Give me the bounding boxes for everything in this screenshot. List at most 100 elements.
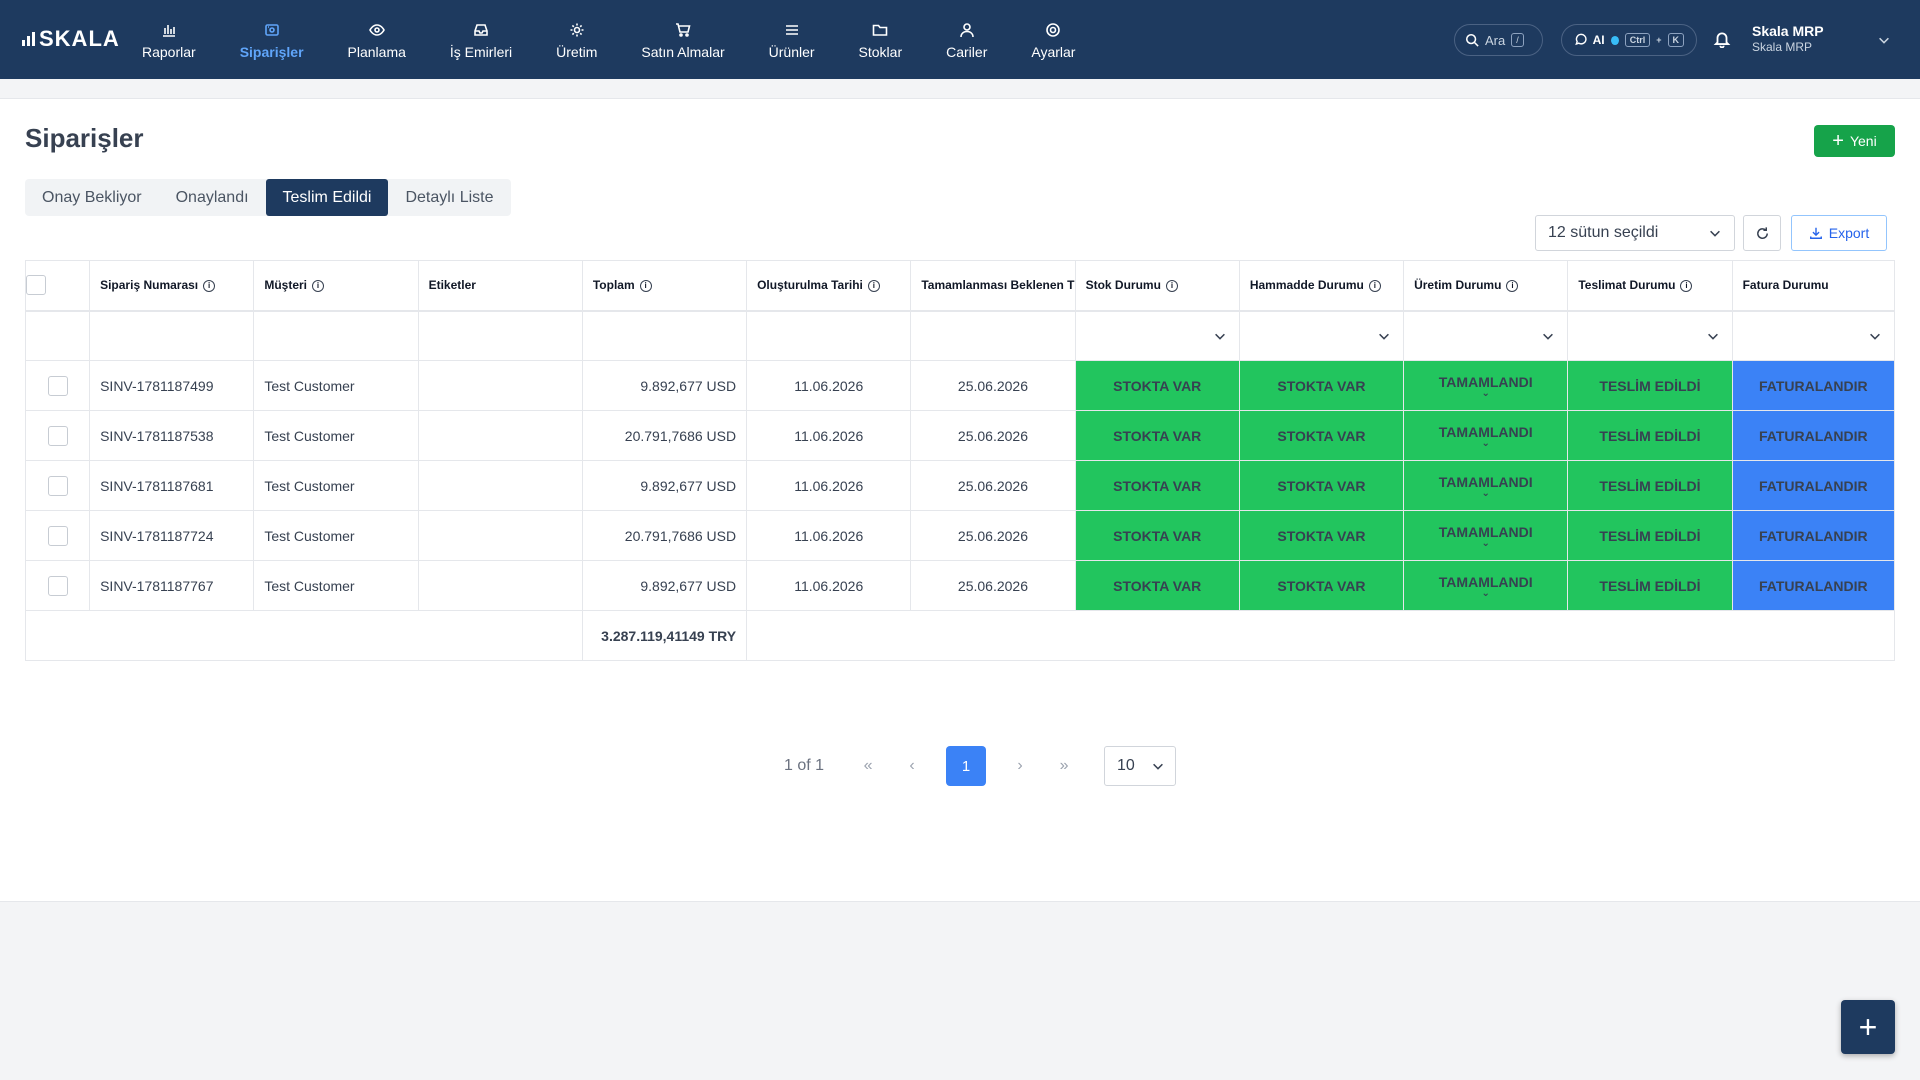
col-delivery-status[interactable]: Teslimat Durumu i [1567, 260, 1733, 312]
table-row[interactable]: SINV-1781187724 Test Customer 20.791,768… [24, 510, 1896, 561]
table-row[interactable]: SINV-1781187499 Test Customer 9.892,677 … [24, 360, 1896, 411]
delivery-status-badge[interactable]: TESLİM EDİLDİ [1567, 510, 1733, 561]
filter-total-input[interactable] [581, 310, 748, 361]
col-production-status[interactable]: Üretim Durumu i [1403, 260, 1569, 312]
table-row[interactable]: SINV-1781187681 Test Customer 9.892,677 … [24, 460, 1896, 511]
info-icon[interactable]: i [639, 280, 652, 293]
user-menu[interactable]: Skala MRP Skala MRP [1752, 23, 1824, 55]
last-page-icon[interactable]: » [1042, 746, 1086, 786]
chevron-down-icon[interactable] [1877, 33, 1891, 52]
info-icon[interactable]: i [312, 280, 325, 293]
production-status-badge[interactable]: TAMAMLANDI ⌄ [1403, 510, 1569, 561]
order-number-link[interactable]: SINV-1781187724 [89, 510, 255, 561]
tab-teslim-edildi[interactable]: Teslim Edildi [265, 179, 389, 216]
info-icon[interactable]: i [867, 280, 880, 293]
delivery-status-badge[interactable]: TESLİM EDİLDİ [1567, 410, 1733, 461]
delivery-status-badge[interactable]: TESLİM EDİLDİ [1567, 360, 1733, 411]
nav-item-cariler[interactable]: Cariler [924, 0, 1009, 79]
col-expected-date[interactable]: Tamamlanması Beklenen T [910, 260, 1076, 312]
invoice-button[interactable]: FATURALANDIR [1731, 360, 1896, 411]
bell-icon[interactable] [1713, 30, 1731, 53]
filter-order-input[interactable] [89, 310, 255, 361]
col-stock-status[interactable]: Stok Durumu i [1074, 260, 1240, 312]
invoice-button[interactable]: FATURALANDIR [1731, 510, 1896, 561]
filter-customer-input[interactable] [253, 310, 419, 361]
invoice-button[interactable]: FATURALANDIR [1731, 410, 1896, 461]
info-icon[interactable]: i [1680, 280, 1693, 293]
stock-status-badge[interactable]: STOKTA VAR [1074, 360, 1240, 411]
row-checkbox[interactable] [47, 475, 68, 496]
production-status-badge[interactable]: TAMAMLANDI ⌄ [1403, 460, 1569, 511]
new-order-button[interactable]: + Yeni [1814, 125, 1895, 157]
nav-item-siparisler[interactable]: Siparişler [218, 0, 326, 79]
filter-delivery-select[interactable] [1567, 310, 1733, 361]
export-button[interactable]: Export [1791, 215, 1887, 251]
col-total[interactable]: Toplam i [581, 260, 748, 312]
nav-item-satin-almalar[interactable]: Satın Almalar [619, 0, 746, 79]
stock-status-badge[interactable]: STOKTA VAR [1074, 460, 1240, 511]
nav-item-urunler[interactable]: Ürünler [747, 0, 837, 79]
delivery-status-badge[interactable]: TESLİM EDİLDİ [1567, 460, 1733, 511]
page-size-select[interactable]: 10 [1104, 746, 1177, 786]
next-page-icon[interactable]: › [998, 746, 1042, 786]
filter-tags-input[interactable] [417, 310, 583, 361]
row-checkbox[interactable] [47, 575, 68, 596]
ai-assistant-button[interactable]: AI Ctrl + K [1561, 24, 1697, 56]
stock-status-badge[interactable]: STOKTA VAR [1074, 410, 1240, 461]
nav-item-ayarlar[interactable]: Ayarlar [1009, 0, 1097, 79]
page-button-1[interactable]: 1 [946, 746, 987, 786]
refresh-button[interactable] [1743, 215, 1781, 251]
col-order-number[interactable]: Sipariş Numarası i [89, 260, 255, 312]
select-all-checkbox[interactable] [26, 275, 46, 296]
nav-item-planlama[interactable]: Planlama [326, 0, 428, 79]
global-search-button[interactable]: Ara / [1454, 24, 1543, 56]
material-status-badge[interactable]: STOKTA VAR [1238, 460, 1405, 511]
nav-item-uretim[interactable]: Üretim [534, 0, 619, 79]
table-row[interactable]: SINV-1781187767 Test Customer 9.892,677 … [24, 560, 1896, 611]
invoice-button[interactable]: FATURALANDIR [1731, 460, 1896, 511]
filter-stock-select[interactable] [1074, 310, 1240, 361]
prev-page-icon[interactable]: ‹ [890, 746, 934, 786]
filter-production-select[interactable] [1403, 310, 1569, 361]
material-status-badge[interactable]: STOKTA VAR [1238, 560, 1405, 611]
production-status-badge[interactable]: TAMAMLANDI ⌄ [1403, 560, 1569, 611]
row-checkbox[interactable] [47, 525, 68, 546]
table-row[interactable]: SINV-1781187538 Test Customer 20.791,768… [24, 410, 1896, 461]
order-number-link[interactable]: SINV-1781187538 [89, 410, 255, 461]
material-status-badge[interactable]: STOKTA VAR [1238, 360, 1405, 411]
nav-item-is-emirleri[interactable]: İş Emirleri [428, 0, 534, 79]
order-number-link[interactable]: SINV-1781187681 [89, 460, 255, 511]
col-material-status[interactable]: Hammadde Durumu i [1238, 260, 1405, 312]
col-invoice-status[interactable]: Fatura Durumu [1731, 260, 1896, 312]
tab-detayli-liste[interactable]: Detaylı Liste [388, 179, 510, 216]
material-status-badge[interactable]: STOKTA VAR [1238, 510, 1405, 561]
nav-item-raporlar[interactable]: Raporlar [120, 0, 218, 79]
tab-onaylandi[interactable]: Onaylandı [159, 179, 266, 216]
brand-logo[interactable]: SKALA [22, 26, 120, 52]
row-checkbox[interactable] [47, 425, 68, 446]
nav-item-stoklar[interactable]: Stoklar [837, 0, 925, 79]
order-number-link[interactable]: SINV-1781187767 [89, 560, 255, 611]
tab-onay-bekliyor[interactable]: Onay Bekliyor [25, 179, 159, 216]
stock-status-badge[interactable]: STOKTA VAR [1074, 510, 1240, 561]
invoice-button[interactable]: FATURALANDIR [1731, 560, 1896, 611]
info-icon[interactable]: i [1165, 280, 1178, 293]
order-number-link[interactable]: SINV-1781187499 [89, 360, 255, 411]
production-status-badge[interactable]: TAMAMLANDI ⌄ [1403, 360, 1569, 411]
col-created-date[interactable]: Oluşturulma Tarihi i [746, 260, 912, 312]
info-icon[interactable]: i [203, 280, 216, 293]
col-customer[interactable]: Müşteri i [253, 260, 419, 312]
filter-invoice-select[interactable] [1731, 310, 1896, 361]
info-icon[interactable]: i [1506, 280, 1519, 293]
row-checkbox[interactable] [47, 375, 68, 396]
production-status-badge[interactable]: TAMAMLANDI ⌄ [1403, 410, 1569, 461]
info-icon[interactable]: i [1368, 280, 1381, 293]
column-select-dropdown[interactable]: 12 sütun seçildi [1535, 215, 1735, 251]
floating-add-button[interactable]: + [1841, 1000, 1895, 1054]
stock-status-badge[interactable]: STOKTA VAR [1074, 560, 1240, 611]
filter-expected-input[interactable] [910, 310, 1076, 361]
filter-created-input[interactable] [746, 310, 912, 361]
first-page-icon[interactable]: « [846, 746, 890, 786]
delivery-status-badge[interactable]: TESLİM EDİLDİ [1567, 560, 1733, 611]
col-tags[interactable]: Etiketler [417, 260, 583, 312]
